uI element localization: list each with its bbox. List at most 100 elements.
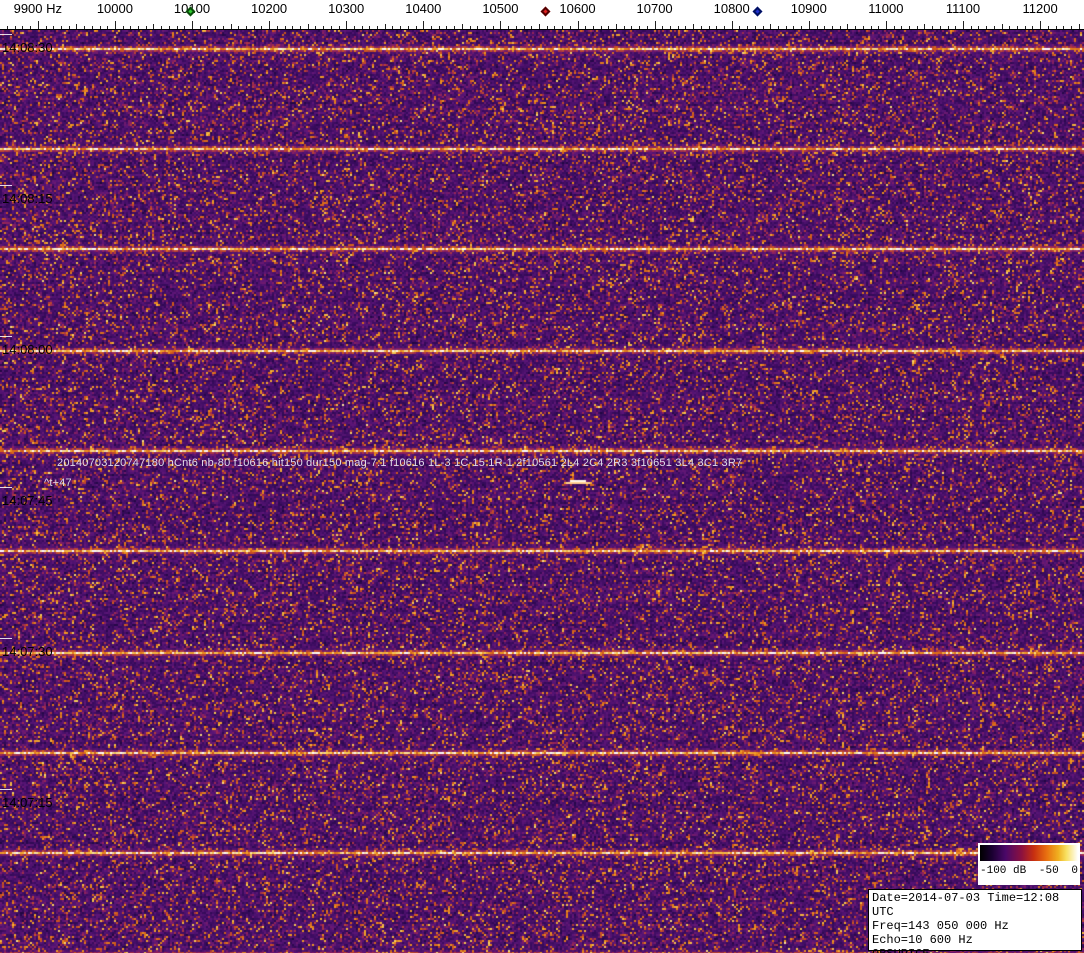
freq-tick [986,26,988,29]
freq-tick [500,21,502,29]
freq-tick [824,26,826,29]
freq-tick [569,26,571,29]
freq-tick [670,26,671,29]
freq-tick [60,26,62,29]
info-box: Date=2014-07-03 Time=12:08 UTC Freq=143 … [868,889,1082,953]
freq-tick [384,24,386,29]
freq-tick [662,26,664,29]
freq-tick [608,26,610,29]
marker-red-diamond[interactable] [540,6,551,17]
freq-tick [600,26,602,29]
freq-tick [207,26,209,29]
colorbar-labels: -100 dB -50 0 [980,861,1078,881]
freq-tick [377,26,378,29]
freq-tick [955,26,957,29]
freq-tick [754,26,756,29]
time-tick [0,336,12,337]
freq-tick [184,26,186,29]
freq-tick [485,26,486,29]
freq-tick [138,26,139,29]
freq-tick [870,26,872,29]
freq-tick [631,26,633,29]
info-station-line: OBSUPICE [872,947,1078,953]
spectrogram-app: 9900 Hz100001010010200103001040010500106… [0,0,1084,953]
freq-label-10300: 10300 [328,1,365,16]
freq-tick [1001,24,1003,29]
info-freq-line: Freq=143 050 000 Hz [872,919,1009,933]
freq-tick [916,26,918,29]
freq-label-10000: 10000 [96,1,133,16]
freq-tick [392,26,394,29]
freq-tick [1040,21,1042,29]
freq-tick [307,24,309,29]
freq-tick [855,26,856,29]
time-label-140730: 14:07:30 [2,644,53,659]
freq-tick [361,26,363,29]
freq-tick [130,26,132,29]
freq-tick [939,26,941,29]
freq-tick [446,26,448,29]
freq-tick [230,24,232,29]
freq-tick [461,24,463,29]
freq-tick [431,26,432,29]
colorbar-max-label: 0 [1071,865,1078,877]
freq-tick [6,26,8,29]
time-label-140745: 14:07:45 [2,493,53,508]
freq-tick [99,26,101,29]
freq-label-9900: 9900 Hz [13,1,63,16]
time-tick [0,789,12,790]
freq-tick [199,26,201,29]
freq-tick [739,26,741,29]
freq-tick [531,26,533,29]
freq-tick [808,21,810,29]
freq-tick [330,26,332,29]
freq-label-11100: 11100 [945,1,981,16]
marker-blue-diamond[interactable] [752,6,763,17]
freq-tick [862,26,864,29]
freq-tick [1047,26,1049,29]
freq-tick [284,26,286,29]
freq-tick [215,26,217,29]
freq-label-10400: 10400 [405,1,442,16]
time-label-140715: 14:07:15 [2,795,53,810]
freq-tick [731,21,733,29]
freq-label-10600: 10600 [559,1,596,16]
time-label-140830: 14:08:30 [2,40,53,55]
freq-tick [515,26,517,29]
freq-tick [323,26,324,29]
freq-tick [924,24,926,29]
freq-label-10800: 10800 [713,1,750,16]
freq-tick [893,26,895,29]
freq-tick [492,26,494,29]
freq-tick [415,26,417,29]
freq-tick [947,26,949,29]
freq-tick [346,21,348,29]
frequency-ruler[interactable]: 9900 Hz100001010010200103001040010500106… [0,0,1084,30]
freq-tick [438,26,440,29]
freq-tick [315,26,317,29]
freq-tick [14,26,16,29]
freq-tick [1055,26,1057,29]
freq-tick [538,24,540,29]
freq-label-10200: 10200 [251,1,288,16]
freq-tick [508,26,510,29]
freq-tick [716,26,718,29]
freq-tick [1032,26,1034,29]
freq-tick [724,26,725,29]
freq-tick [963,21,964,29]
freq-label-10500: 10500 [482,1,519,16]
freq-tick [168,26,170,29]
freq-tick [885,21,887,29]
freq-tick [816,26,818,29]
detection-annotation: 20140703120747180 hCnt6 nb-80 f10616 hit… [57,457,743,469]
freq-tick [562,26,564,29]
freq-tick [546,26,548,29]
info-echo-line: Echo=10 600 Hz [872,933,973,947]
freq-tick [677,26,679,29]
colorbar: -100 dB -50 0 [978,843,1080,885]
freq-tick [654,21,656,29]
freq-tick [1009,26,1011,29]
freq-tick [161,26,163,29]
freq-tick [369,26,371,29]
freq-tick [847,24,849,29]
